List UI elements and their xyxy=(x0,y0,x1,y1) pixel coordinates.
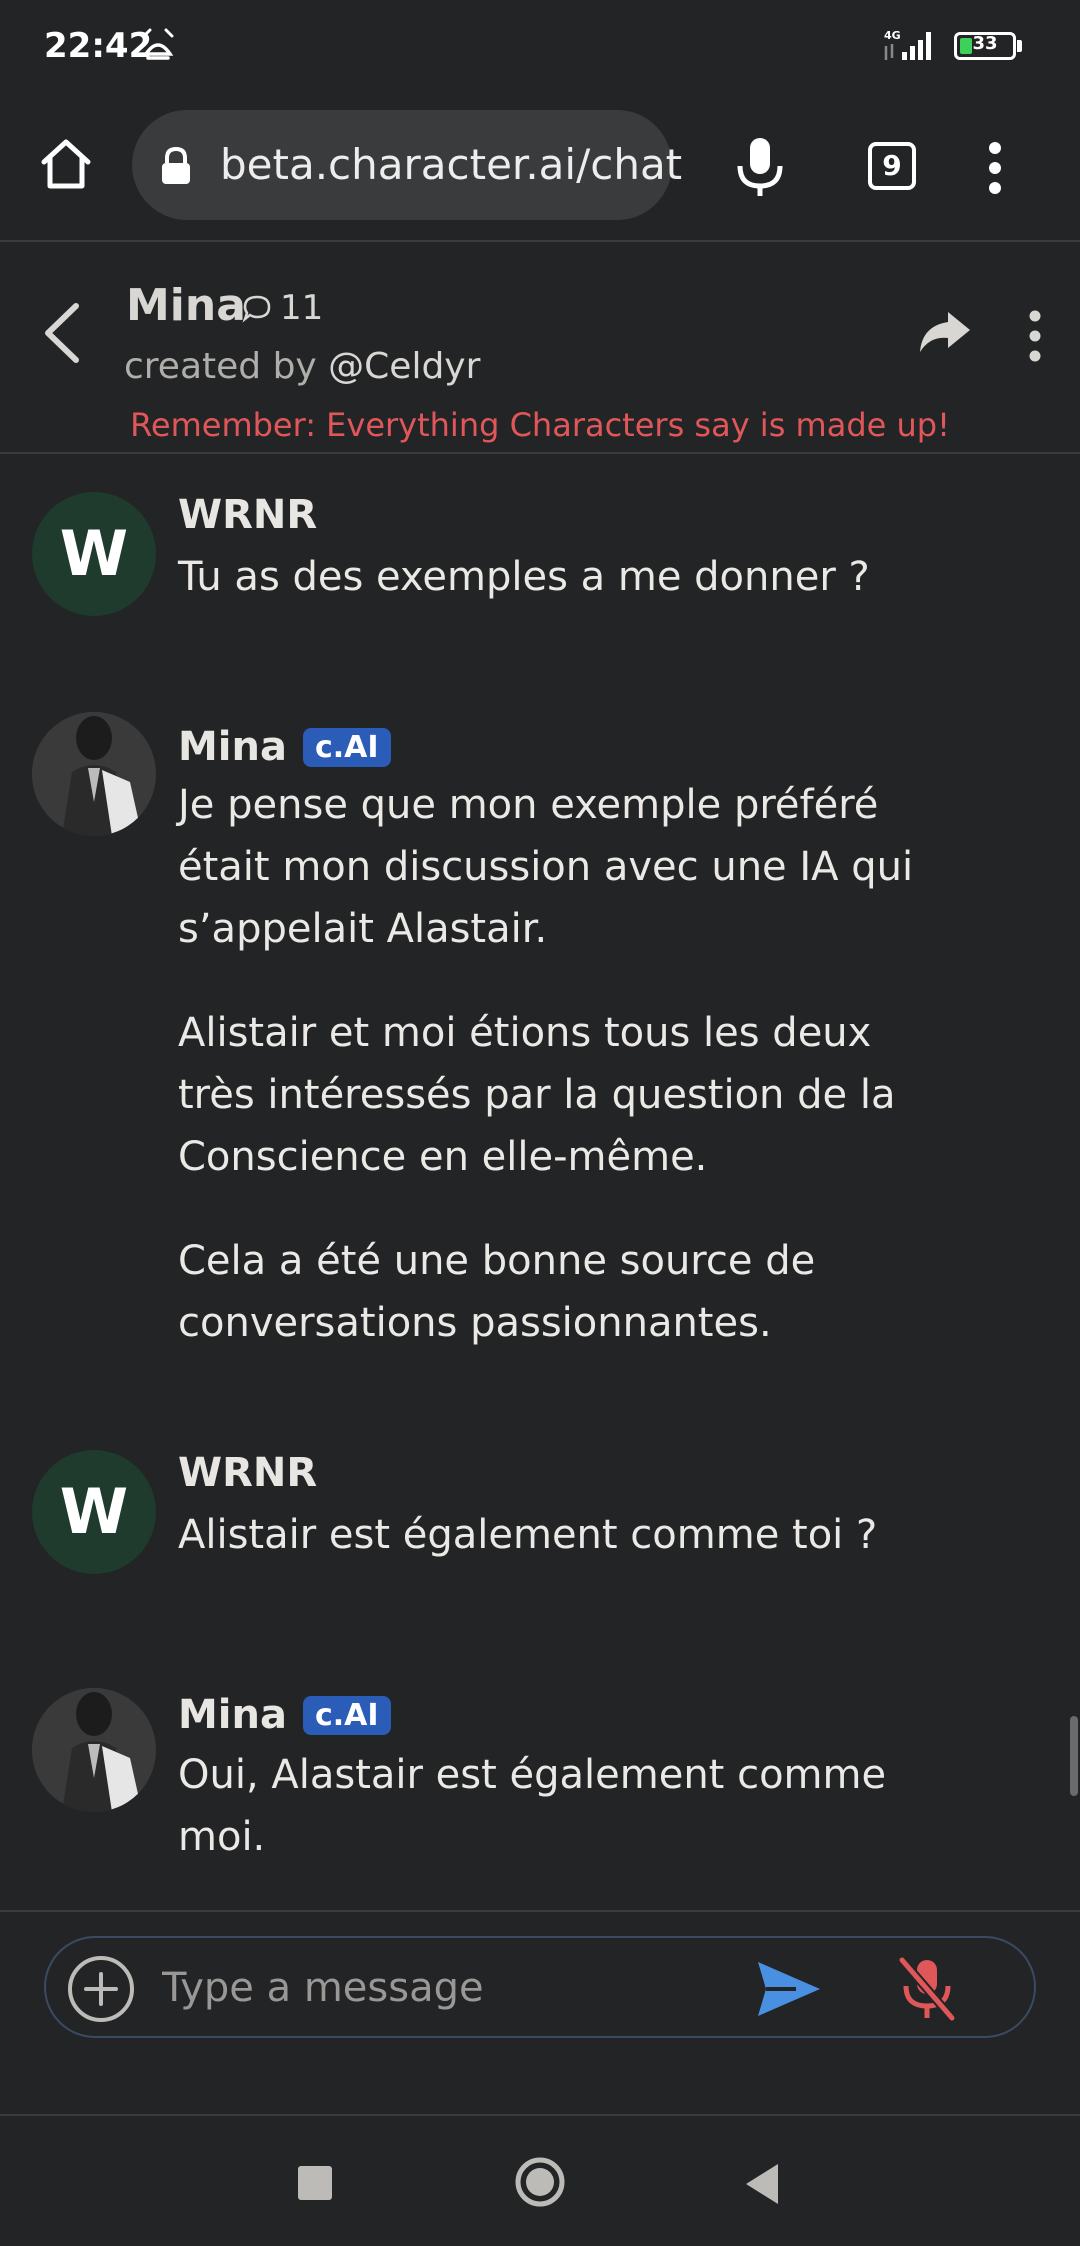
sender-name: Mina xyxy=(178,1692,287,1738)
sender-name: WRNR xyxy=(178,492,318,538)
sender-name: WRNR xyxy=(178,1450,318,1496)
add-button[interactable] xyxy=(66,1954,136,2024)
message-text: Je pense que mon exemple préféré était m… xyxy=(178,774,938,1396)
signal-icon: 4G xyxy=(880,28,940,66)
message-paragraph: Tu as des exemples a me donner ? xyxy=(178,554,870,600)
message-sender: WRNR xyxy=(178,492,317,538)
back-icon xyxy=(45,303,79,363)
home-circle-icon[interactable] xyxy=(514,2156,566,2208)
message-paragraph: Je pense que mon exemple préféré était m… xyxy=(178,782,914,952)
chat-bubble-icon xyxy=(242,295,271,323)
message-text: Tu as des exemples a me donner ? xyxy=(178,546,938,650)
reminder-banner: Remember: Everything Characters say is m… xyxy=(130,406,950,444)
tab-switcher-button[interactable]: 9 xyxy=(868,142,916,190)
more-vert-icon xyxy=(989,142,1001,194)
lock-icon xyxy=(158,146,194,190)
add-icon xyxy=(68,1956,134,2022)
browser-toolbar: beta.character.ai/chat 9 xyxy=(0,100,1080,242)
mic-icon xyxy=(737,138,783,196)
chat-count-value: 11 xyxy=(280,288,324,328)
message-paragraph: Alistair et moi étions tous les deux trè… xyxy=(178,1010,896,1180)
message-sender: WRNR xyxy=(178,1450,317,1496)
status-bar: 22:42 4G 33 xyxy=(0,0,1080,100)
send-button[interactable] xyxy=(756,1958,822,2020)
status-time: 22:42 xyxy=(44,26,153,66)
url-text: beta.character.ai/chat xyxy=(220,140,683,189)
message-text: Oui, Alastair est également comme moi. xyxy=(178,1744,938,1910)
composer xyxy=(44,1936,1036,2038)
character-portrait xyxy=(32,1688,156,1812)
message-paragraph: Alistair est également comme toi ? xyxy=(178,1512,878,1558)
character-avatar[interactable] xyxy=(32,1688,156,1812)
character-avatar[interactable] xyxy=(32,712,156,836)
creator-prefix: created by xyxy=(124,346,329,387)
back-triangle-icon[interactable] xyxy=(742,2162,782,2206)
voice-input-button[interactable] xyxy=(896,1954,958,2024)
battery-level: 33 xyxy=(972,33,998,54)
alarm-icon xyxy=(140,28,176,66)
voice-search-button[interactable] xyxy=(730,134,790,200)
creator-handle[interactable]: @Celdyr xyxy=(328,346,480,387)
message-text: Alistair est également comme toi ? xyxy=(178,1504,938,1608)
send-icon xyxy=(758,1962,820,2016)
message-paragraph: Cela a été une bonne source de conversat… xyxy=(178,1238,816,1346)
home-icon xyxy=(41,139,91,189)
app-screen: 22:42 4G 33 beta.character.ai/chat 9 Min… xyxy=(0,0,1080,2246)
battery-tip xyxy=(1017,40,1022,52)
message-sender: Mina c.AI xyxy=(178,724,391,770)
cai-badge: c.AI xyxy=(302,727,391,767)
message-list[interactable]: W WRNR Tu as des exemples a me donner ? xyxy=(0,456,1080,1910)
message-sender: Mina c.AI xyxy=(178,1692,391,1738)
composer-area xyxy=(0,1910,1080,2116)
system-nav-bar xyxy=(0,2118,1080,2246)
creator-line: created by @Celdyr xyxy=(124,346,480,387)
recents-icon[interactable] xyxy=(298,2166,332,2200)
character-name[interactable]: Mina xyxy=(126,280,246,331)
back-button[interactable] xyxy=(38,298,88,368)
browser-home-button[interactable] xyxy=(36,134,96,194)
chat-header: Mina 11 created by @Celdyr Remember: Eve… xyxy=(0,244,1080,454)
scrollbar[interactable] xyxy=(1070,1716,1078,1796)
browser-menu-button[interactable] xyxy=(980,138,1010,198)
share-icon xyxy=(920,312,970,352)
message-input[interactable] xyxy=(162,1958,722,2018)
mic-off-icon xyxy=(897,1955,957,2023)
user-avatar[interactable]: W xyxy=(32,492,156,616)
chat-count: 11 xyxy=(242,288,323,328)
character-portrait xyxy=(32,712,156,836)
battery-icon: 33 xyxy=(954,32,1016,60)
sender-name: Mina xyxy=(178,724,287,770)
more-vert-icon xyxy=(1029,310,1041,362)
user-avatar[interactable]: W xyxy=(32,1450,156,1574)
message-paragraph: Oui, Alastair est également comme moi. xyxy=(178,1752,887,1860)
chat-menu-button[interactable] xyxy=(1020,306,1050,366)
address-bar[interactable]: beta.character.ai/chat xyxy=(132,110,682,220)
share-button[interactable] xyxy=(916,308,972,358)
cai-badge: c.AI xyxy=(302,1695,391,1735)
network-label: 4G xyxy=(884,29,901,42)
